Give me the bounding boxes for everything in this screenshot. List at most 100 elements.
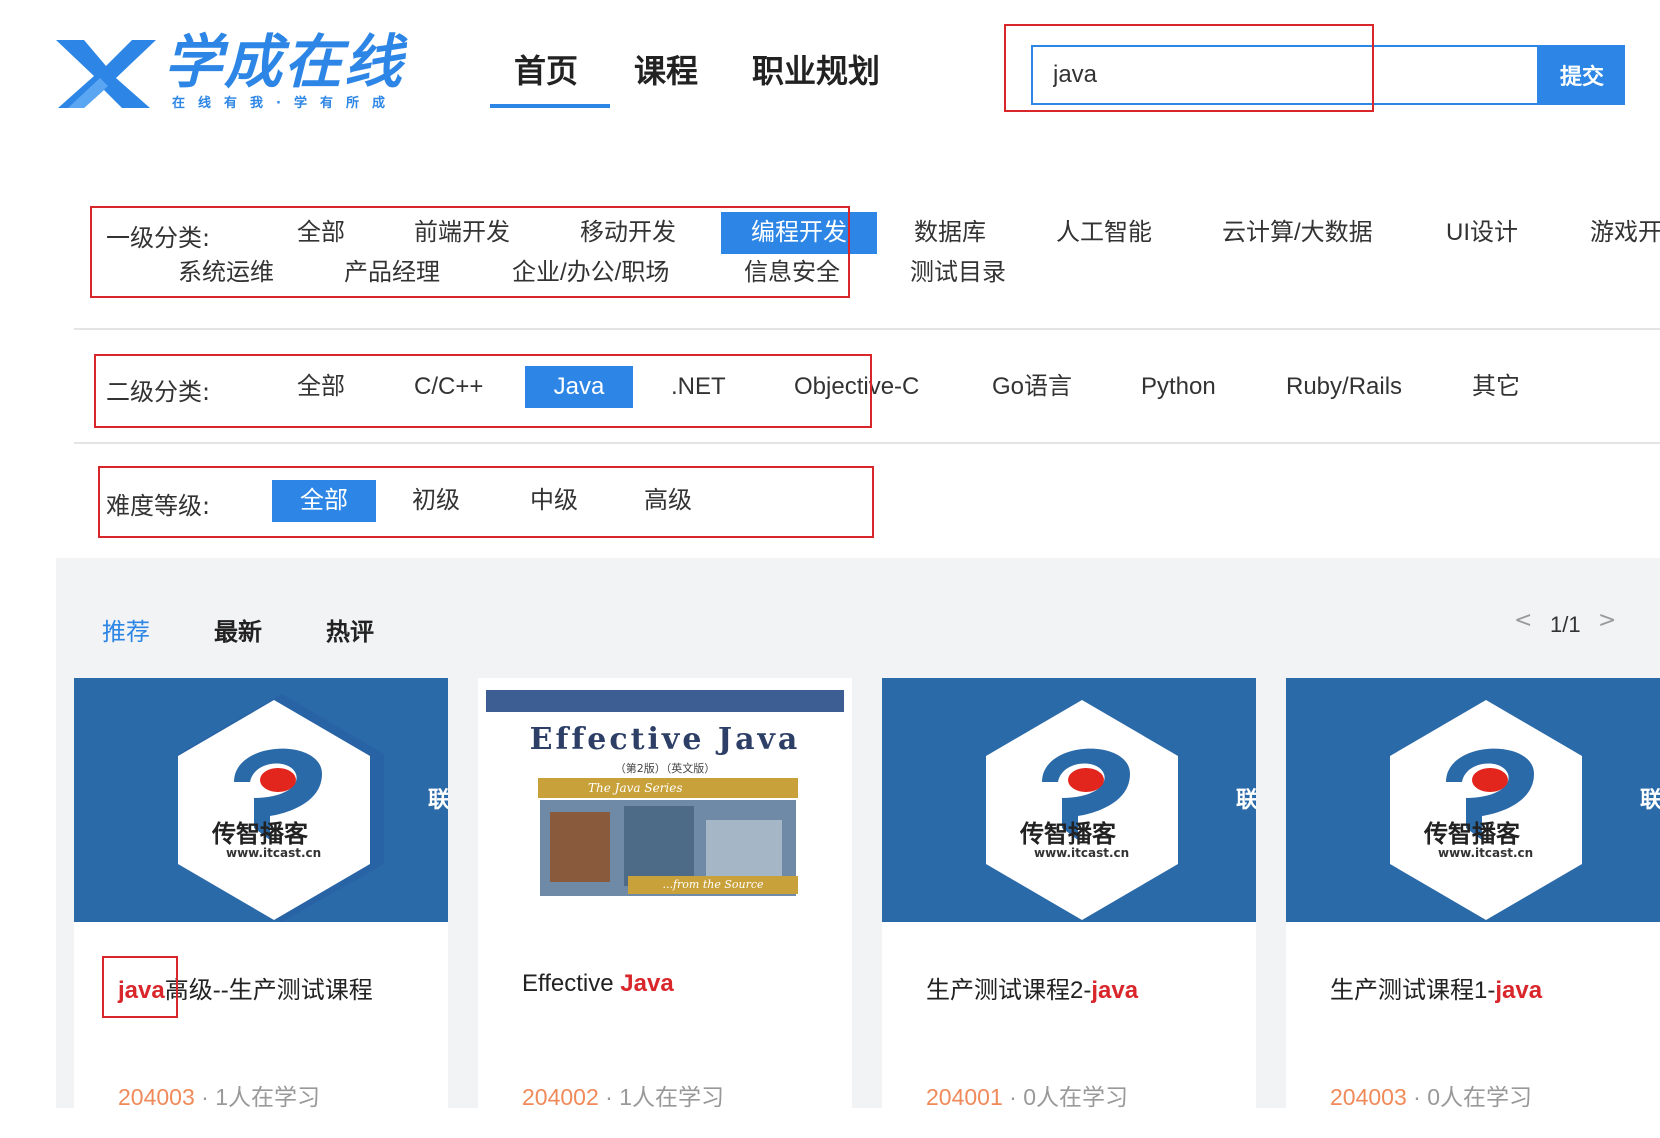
course-thumbnail: Effective Java （第2版）（英文版） The Java Serie… [478, 678, 852, 922]
site-logo[interactable]: 学成在线 在线有我·学有所成 [54, 28, 402, 111]
course-meta: 204001 · 0人在学习 [926, 1078, 1128, 1108]
course-code: 204002 [522, 1084, 599, 1108]
difficulty-option-all[interactable]: 全部 [272, 480, 376, 522]
nav-courses[interactable]: 课程 [634, 46, 698, 92]
course-learners: · 0人在学习 [1002, 1084, 1128, 1108]
level2-option-other[interactable]: 其它 [1472, 366, 1520, 408]
itcast-logo-icon [1390, 700, 1582, 920]
logo-name: 学成在线 [164, 28, 405, 96]
search-input[interactable] [1033, 47, 1537, 103]
thumb-url: www.itcast.cn [226, 846, 322, 860]
nav-active-indicator [490, 104, 610, 108]
book-cover: Effective Java （第2版）（英文版） The Java Serie… [478, 686, 852, 922]
course-card[interactable]: 传智播客 www.itcast.cn 联 生产测试课程1-java 204003… [1286, 678, 1660, 1108]
course-meta: 204003 · 1人在学习 [118, 1078, 320, 1108]
logo-x-icon [56, 40, 156, 108]
level1-option-all[interactable]: 全部 [297, 212, 345, 254]
course-learners: · 0人在学习 [1406, 1084, 1532, 1108]
level1-option-infosec[interactable]: 信息安全 [744, 252, 840, 294]
title-prefix: Effective [522, 970, 621, 997]
course-title: 生产测试课程2-java [926, 970, 1138, 1005]
level1-option-game[interactable]: 游戏开 [1590, 212, 1660, 254]
thumb-url: www.itcast.cn [1438, 846, 1534, 860]
title-rest: 高级--生产测试课程 [164, 977, 373, 1004]
thumb-side-char: 联 [1236, 788, 1256, 813]
annotation-box-difficulty [98, 466, 874, 538]
level2-filter-label: 二级分类: [106, 378, 211, 406]
difficulty-option-beginner[interactable]: 初级 [412, 480, 460, 522]
pager-prev-icon[interactable]: < [1514, 608, 1532, 633]
thumb-brand: 传智播客 [1424, 820, 1520, 848]
course-thumbnail: 传智播客 www.itcast.cn 联 [882, 678, 1256, 922]
level1-option-mobile[interactable]: 移动开发 [580, 212, 676, 254]
nav-home[interactable]: 首页 [514, 46, 578, 92]
sort-tab-hot-reviews[interactable]: 热评 [326, 612, 374, 647]
title-prefix: 生产测试课程2- [926, 977, 1092, 1004]
divider [74, 442, 1660, 444]
title-keyword: Java [620, 970, 674, 997]
course-code: 204003 [118, 1084, 195, 1108]
level2-option-objective-c[interactable]: Objective-C [794, 366, 919, 408]
title-prefix: 生产测试课程1- [1330, 977, 1496, 1004]
sort-tab-recommended[interactable]: 推荐 [102, 612, 150, 647]
level2-option-java[interactable]: Java [525, 366, 633, 408]
course-thumbnail: 传智播客 www.itcast.cn 联 [74, 678, 448, 922]
course-card[interactable]: 传智播客 www.itcast.cn 联 生产测试课程2-java 204001… [882, 678, 1256, 1108]
sort-tab-latest[interactable]: 最新 [214, 612, 262, 647]
course-code: 204001 [926, 1084, 1003, 1108]
level2-option-cpp[interactable]: C/C++ [414, 366, 483, 408]
title-keyword: java [1091, 977, 1139, 1004]
level1-option-cloud-bigdata[interactable]: 云计算/大数据 [1222, 212, 1373, 254]
level2-option-python[interactable]: Python [1141, 366, 1216, 408]
level2-option-all[interactable]: 全部 [297, 366, 345, 408]
thumb-side-char: 联 [428, 788, 448, 813]
level2-option-dotnet[interactable]: .NET [671, 366, 726, 408]
level1-option-product-manager[interactable]: 产品经理 [344, 252, 440, 294]
level1-option-programming[interactable]: 编程开发 [721, 212, 877, 254]
divider [74, 328, 1660, 330]
search-box [1031, 45, 1539, 105]
level1-option-ai[interactable]: 人工智能 [1056, 212, 1152, 254]
difficulty-option-intermediate[interactable]: 中级 [530, 480, 578, 522]
level2-option-ruby-rails[interactable]: Ruby/Rails [1286, 366, 1402, 408]
level1-option-database[interactable]: 数据库 [914, 212, 986, 254]
book-title: Effective Java [529, 722, 801, 757]
itcast-logo-icon [986, 700, 1178, 920]
level1-option-sysops[interactable]: 系统运维 [178, 252, 274, 294]
pager-page-indicator: 1/1 [1550, 612, 1581, 637]
book-edition: （第2版）（英文版） [614, 762, 716, 775]
course-card[interactable]: Effective Java （第2版）（英文版） The Java Serie… [478, 678, 852, 1108]
search-submit-button[interactable]: 提交 [1539, 45, 1625, 105]
difficulty-option-advanced[interactable]: 高级 [644, 480, 692, 522]
title-keyword: java [118, 977, 165, 1004]
level1-option-frontend[interactable]: 前端开发 [414, 212, 510, 254]
itcast-logo-icon [178, 694, 384, 922]
pager-next-icon[interactable]: > [1598, 608, 1616, 633]
thumb-url: www.itcast.cn [1034, 846, 1130, 860]
book-footer: ...from the Source [628, 876, 798, 894]
book-top-band [486, 690, 844, 712]
course-learners: · 1人在学习 [598, 1084, 724, 1108]
thumb-brand: 传智播客 [1020, 820, 1116, 848]
course-learners: · 1人在学习 [194, 1084, 320, 1108]
title-keyword: java [1495, 977, 1543, 1004]
thumb-side-char: 联 [1640, 788, 1660, 813]
level1-option-enterprise-office[interactable]: 企业/办公/职场 [512, 252, 669, 294]
course-title: 生产测试课程1-java [1330, 970, 1542, 1005]
course-title: java高级--生产测试课程 [118, 970, 373, 1005]
course-code: 204003 [1330, 1084, 1407, 1108]
book-series: The Java Series [538, 778, 798, 798]
level1-option-test-dir[interactable]: 测试目录 [910, 252, 1006, 294]
level1-option-ui-design[interactable]: UI设计 [1446, 212, 1518, 254]
logo-slogan: 在线有我·学有所成 [172, 96, 398, 111]
thumb-brand: 传智播客 [212, 820, 308, 848]
level1-filter-label: 一级分类: [106, 224, 211, 252]
course-meta: 204003 · 0人在学习 [1330, 1078, 1532, 1108]
nav-career-planning[interactable]: 职业规划 [752, 46, 880, 92]
level2-option-go[interactable]: Go语言 [992, 366, 1072, 408]
course-meta: 204002 · 1人在学习 [522, 1078, 724, 1108]
course-title: Effective Java [522, 970, 674, 998]
difficulty-filter-label: 难度等级: [106, 492, 211, 520]
course-thumbnail: 传智播客 www.itcast.cn 联 [1286, 678, 1660, 922]
course-card[interactable]: 传智播客 www.itcast.cn 联 java高级--生产测试课程 2040… [74, 678, 448, 1108]
